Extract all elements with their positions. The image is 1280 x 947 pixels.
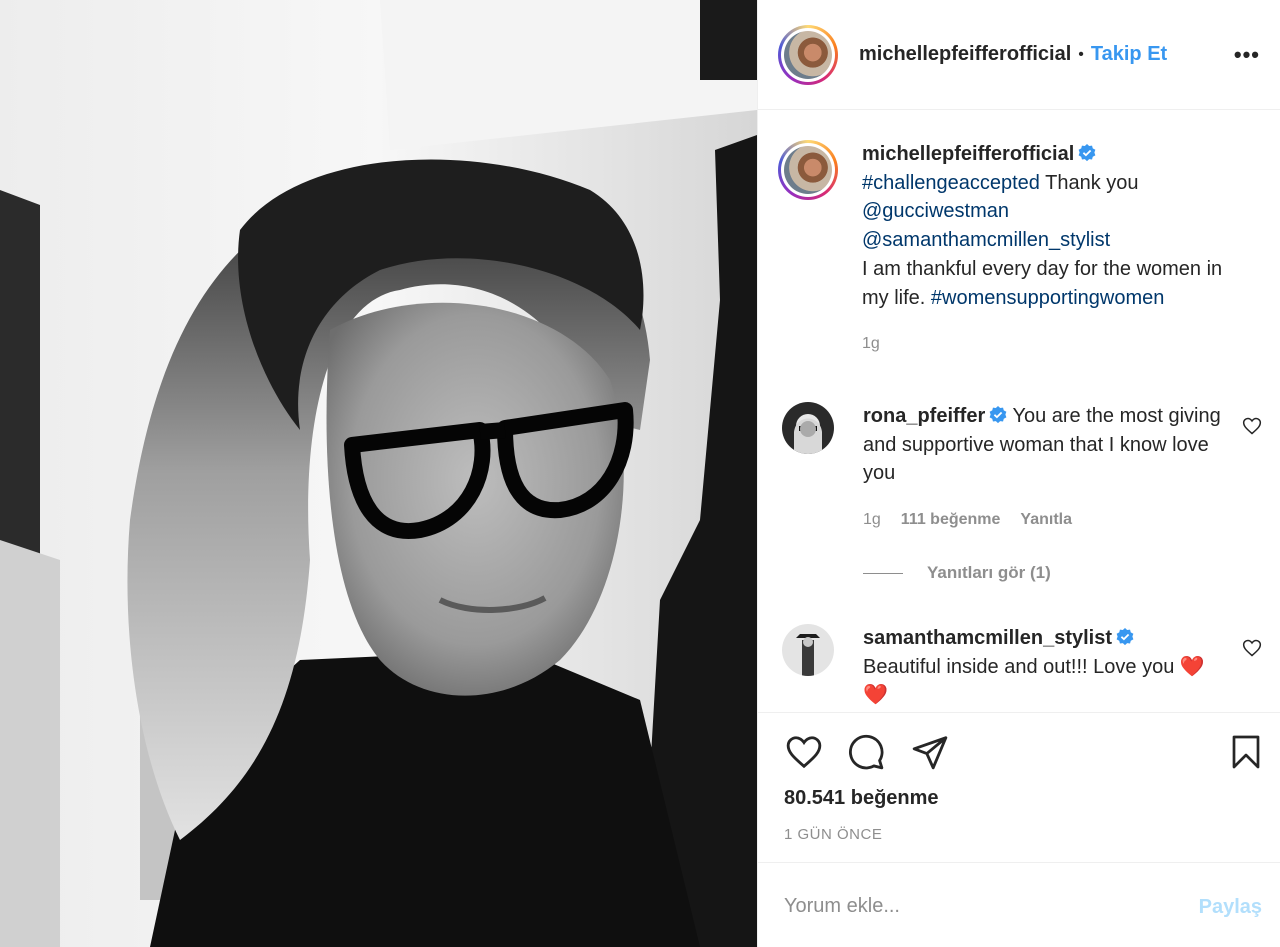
commenter-username[interactable]: samanthamcmillen_stylist bbox=[863, 627, 1112, 649]
like-comment-heart-icon[interactable] bbox=[1242, 638, 1262, 658]
likes-count[interactable]: 80.541 beğenme bbox=[784, 787, 939, 810]
comment-meta: 1g 111 beğenme Yanıtla bbox=[863, 506, 1223, 535]
caption-author[interactable]: michellepfeifferofficial bbox=[862, 143, 1074, 165]
comment-text: Beautiful inside and out!!! Love you ❤️❤… bbox=[863, 655, 1205, 707]
view-replies-label[interactable]: Yanıtları gör (1) bbox=[927, 563, 1051, 583]
comment-time[interactable]: 1g bbox=[863, 506, 881, 535]
header-separator: • bbox=[1078, 45, 1084, 63]
comment-input[interactable] bbox=[784, 891, 1164, 921]
action-bar-divider bbox=[758, 712, 1280, 713]
comment-item: rona_pfeiffer You are the most giving an… bbox=[782, 402, 1262, 534]
bookmark-icon[interactable] bbox=[1228, 733, 1264, 771]
reply-button[interactable]: Yanıtla bbox=[1020, 506, 1072, 535]
post-photo[interactable] bbox=[0, 0, 757, 947]
post-comment-button[interactable]: Paylaş bbox=[1199, 896, 1262, 919]
post-side-panel: michellepfeifferofficial • Takip Et ••• … bbox=[757, 0, 1280, 947]
caption-text: michellepfeifferofficial #challengeaccep… bbox=[862, 140, 1242, 359]
post-caption: michellepfeifferofficial #challengeaccep… bbox=[778, 140, 1268, 359]
comment-likes[interactable]: 111 beğenme bbox=[901, 506, 1001, 535]
more-options-icon[interactable]: ••• bbox=[1234, 42, 1260, 68]
verified-badge-icon bbox=[1116, 628, 1134, 646]
view-replies-button[interactable]: Yanıtları gör (1) bbox=[863, 563, 1051, 583]
hashtag-link[interactable]: #womensupportingwomen bbox=[931, 287, 1164, 309]
like-comment-heart-icon[interactable] bbox=[1242, 416, 1262, 436]
add-comment-bar: Paylaş bbox=[758, 862, 1280, 947]
commenter-avatar[interactable] bbox=[782, 402, 834, 454]
caption-author-avatar[interactable] bbox=[778, 140, 838, 200]
mention-link[interactable]: @gucciwestman bbox=[862, 200, 1009, 222]
posted-time[interactable]: 1 GÜN ÖNCE bbox=[784, 826, 882, 843]
commenter-username[interactable]: rona_pfeiffer bbox=[863, 405, 985, 427]
verified-badge-icon bbox=[1078, 144, 1096, 162]
post-header: michellepfeifferofficial • Takip Et ••• bbox=[758, 0, 1280, 110]
commenter-avatar[interactable] bbox=[782, 624, 834, 676]
author-username[interactable]: michellepfeifferofficial bbox=[859, 43, 1071, 66]
comment-icon[interactable] bbox=[846, 733, 886, 771]
heart-icon[interactable] bbox=[784, 733, 824, 771]
verified-badge-icon bbox=[989, 406, 1007, 424]
hashtag-link[interactable]: #challengeaccepted bbox=[862, 172, 1040, 194]
caption-text-part: Thank you bbox=[1039, 171, 1139, 194]
caption-time[interactable]: 1g bbox=[862, 330, 1242, 359]
comment-item: samanthamcmillen_stylist Beautiful insid… bbox=[782, 624, 1262, 710]
mention-link[interactable]: @samanthamcmillen_stylist bbox=[862, 229, 1110, 251]
author-avatar[interactable] bbox=[778, 24, 838, 85]
replies-divider bbox=[863, 572, 903, 574]
follow-button[interactable]: Takip Et bbox=[1091, 43, 1167, 66]
share-icon[interactable] bbox=[910, 733, 950, 771]
